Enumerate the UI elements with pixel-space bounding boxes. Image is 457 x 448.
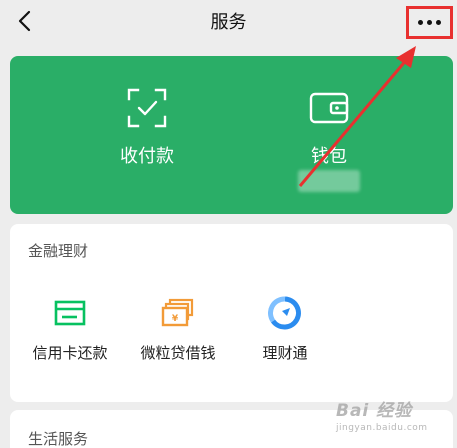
wallet-button[interactable]: 钱包 — [274, 86, 384, 168]
wallet-card: 收付款 钱包 — [10, 56, 453, 214]
licaitong-label: 理财通 — [262, 344, 308, 362]
finance-section-title: 金融理财 — [28, 242, 89, 260]
wallet-icon — [309, 92, 349, 124]
life-services-card: 生活服务 — [10, 410, 453, 448]
credit-card-repay-label: 信用卡还款 — [32, 344, 108, 362]
licaitong-button[interactable]: 理财通 — [254, 296, 316, 363]
weilidai-button[interactable]: ¥ 微粒贷借钱 — [138, 296, 218, 363]
cash-bills-icon: ¥ — [161, 298, 194, 327]
svg-text:¥: ¥ — [172, 314, 179, 324]
blurred-balance — [298, 170, 360, 192]
licaitong-icon — [268, 296, 301, 330]
top-bar: 服务 — [0, 0, 457, 44]
page-title: 服务 — [210, 12, 247, 33]
pay-receive-label: 收付款 — [120, 146, 174, 167]
more-dots-icon — [418, 20, 441, 25]
credit-card-icon — [54, 300, 86, 326]
scan-pay-icon — [127, 88, 167, 128]
life-section-title: 生活服务 — [28, 430, 89, 448]
finance-card: 金融理财 信用卡还款 ¥ 微粒贷借钱 理财通 — [10, 224, 453, 402]
wallet-label: 钱包 — [311, 146, 347, 167]
credit-card-repay-button[interactable]: 信用卡还款 — [30, 296, 110, 363]
more-options-button[interactable] — [406, 6, 453, 39]
weilidai-label: 微粒贷借钱 — [140, 344, 216, 362]
pay-receive-button[interactable]: 收付款 — [92, 86, 202, 168]
